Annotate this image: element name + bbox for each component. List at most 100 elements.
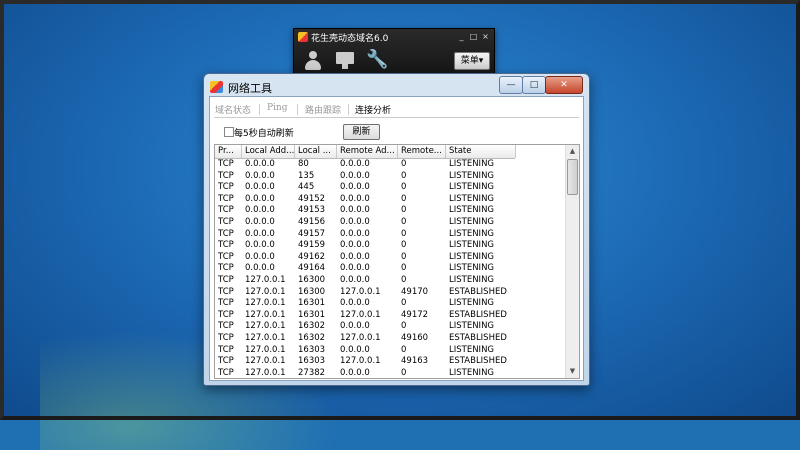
table-row[interactable]: TCP 127.0.0.1 16301 127.0.0.1 49172 ESTABLISH…: [215, 310, 565, 322]
column-header-state[interactable]: State: [446, 145, 516, 158]
peanut-hull-window: 花生壳动态域名6.0 _ □ × 🔧 菜单▾: [293, 28, 495, 78]
cell-state: LISTENING: [449, 193, 495, 204]
close-icon[interactable]: ×: [481, 32, 490, 41]
scroll-thumb[interactable]: [567, 159, 578, 195]
user-icon[interactable]: [302, 49, 324, 71]
close-button[interactable]: ✕: [545, 76, 583, 94]
maximize-icon[interactable]: □: [469, 32, 478, 41]
cell-protocol: TCP: [218, 367, 234, 378]
maximize-button[interactable]: □: [522, 76, 546, 94]
cell-state: ESTABLISHED: [449, 332, 507, 343]
cell-protocol: TCP: [218, 356, 234, 367]
cell-protocol: TCP: [218, 298, 234, 309]
window-controls: — □ ✕: [499, 76, 583, 94]
peanut-hull-titlebar[interactable]: 花生壳动态域名6.0 _ □ ×: [294, 29, 494, 45]
auto-refresh-checkbox[interactable]: [224, 127, 234, 137]
table-row[interactable]: TCP 0.0.0.0 49159 0.0.0.0 0 LISTENING: [215, 240, 565, 252]
tab-route-trace[interactable]: 路由跟踪: [305, 103, 341, 116]
cell-remote-port: 0: [401, 367, 407, 378]
table-row[interactable]: TCP 0.0.0.0 49164 0.0.0.0 0 LISTENING: [215, 263, 565, 275]
cell-remote-port: 49170: [401, 286, 429, 297]
menu-button[interactable]: 菜单▾: [454, 52, 490, 70]
table-row[interactable]: TCP 127.0.0.1 16300 0.0.0.0 0 LISTENING: [215, 275, 565, 287]
cell-local-port: 49152: [298, 193, 326, 204]
wrench-icon[interactable]: 🔧: [366, 49, 388, 71]
cell-local-port: 16300: [298, 286, 326, 297]
cell-local-port: 49156: [298, 216, 326, 227]
scroll-down-arrow-icon[interactable]: ▼: [566, 365, 579, 378]
tab-ping[interactable]: Ping: [267, 103, 288, 113]
table-row[interactable]: TCP 127.0.0.1 16302 127.0.0.1 49160 ESTABLISH…: [215, 333, 565, 345]
table-row[interactable]: TCP 127.0.0.1 16303 0.0.0.0 0 LISTENING: [215, 345, 565, 357]
table-row[interactable]: TCP 0.0.0.0 49157 0.0.0.0 0 LISTENING: [215, 229, 565, 241]
cell-protocol: TCP: [218, 193, 234, 204]
cell-remote-address: 127.0.0.1: [340, 332, 381, 343]
table-row[interactable]: TCP 0.0.0.0 135 0.0.0.0 0 LISTENING: [215, 171, 565, 183]
cell-remote-address: 0.0.0.0: [340, 263, 370, 274]
column-header-local-port[interactable]: Local ...: [295, 145, 337, 158]
cell-remote-address: 0.0.0.0: [340, 216, 370, 227]
cell-state: LISTENING: [449, 159, 495, 169]
minimize-icon[interactable]: _: [457, 32, 466, 41]
tab-connection-analysis[interactable]: 连接分析: [355, 103, 391, 116]
cell-local-address: 127.0.0.1: [245, 309, 286, 320]
table-body: TCP 0.0.0.0 80 0.0.0.0 0 LISTENING TCP 0.0.0.0 1…: [215, 159, 565, 378]
cell-remote-port: 0: [401, 321, 407, 332]
column-header-remote-port[interactable]: Remote...: [398, 145, 446, 158]
table-row[interactable]: TCP 0.0.0.0 80 0.0.0.0 0 LISTENING: [215, 159, 565, 171]
cell-state: LISTENING: [449, 228, 495, 239]
cell-remote-port: 0: [401, 205, 407, 216]
network-tools-window: 网络工具 — □ ✕ 域名状态 Ping 路由跟踪 连接分析 每5秒自动刷新 刷…: [203, 73, 590, 386]
column-header-local-address[interactable]: Local Add...: [242, 145, 295, 158]
table-row[interactable]: TCP 0.0.0.0 49156 0.0.0.0 0 LISTENING: [215, 217, 565, 229]
cell-remote-port: 0: [401, 216, 407, 227]
cell-local-port: 445: [298, 182, 315, 193]
cell-protocol: TCP: [218, 228, 234, 239]
connection-table: Pr... Local Add... Local ... Remote Ad..…: [214, 144, 580, 379]
tab-separator: [259, 104, 260, 115]
cell-remote-address: 0.0.0.0: [340, 240, 370, 251]
table-row[interactable]: TCP 0.0.0.0 49152 0.0.0.0 0 LISTENING: [215, 194, 565, 206]
cell-remote-address: 0.0.0.0: [340, 251, 370, 262]
cell-local-address: 0.0.0.0: [245, 159, 275, 169]
cell-protocol: TCP: [218, 216, 234, 227]
cell-remote-port: 0: [401, 228, 407, 239]
cell-local-address: 127.0.0.1: [245, 356, 286, 367]
cell-state: LISTENING: [449, 216, 495, 227]
refresh-button[interactable]: 刷新: [343, 124, 380, 140]
table-row[interactable]: TCP 0.0.0.0 445 0.0.0.0 0 LISTENING: [215, 182, 565, 194]
vertical-scrollbar[interactable]: ▲ ▼: [565, 145, 579, 378]
cell-remote-address: 0.0.0.0: [340, 274, 370, 285]
table-row[interactable]: TCP 127.0.0.1 16301 0.0.0.0 0 LISTENING: [215, 298, 565, 310]
cell-local-port: 16303: [298, 344, 326, 355]
table-row[interactable]: TCP 127.0.0.1 16303 127.0.0.1 49163 ESTABLISH…: [215, 356, 565, 368]
table-row[interactable]: TCP 127.0.0.1 16302 0.0.0.0 0 LISTENING: [215, 321, 565, 333]
column-header-protocol[interactable]: Pr...: [215, 145, 242, 158]
cell-remote-address: 0.0.0.0: [340, 298, 370, 309]
cell-remote-port: 0: [401, 251, 407, 262]
table-row[interactable]: TCP 0.0.0.0 49162 0.0.0.0 0 LISTENING: [215, 252, 565, 264]
tab-domain-status[interactable]: 域名状态: [215, 103, 251, 116]
cell-protocol: TCP: [218, 286, 234, 297]
table-row[interactable]: TCP 127.0.0.1 16300 127.0.0.1 49170 ESTABLISH…: [215, 287, 565, 299]
table-row[interactable]: TCP 127.0.0.1 27382 0.0.0.0 0 LISTENING: [215, 367, 565, 378]
table-row[interactable]: TCP 0.0.0.0 49153 0.0.0.0 0 LISTENING: [215, 205, 565, 217]
cell-remote-port: 0: [401, 170, 407, 181]
minimize-button[interactable]: —: [499, 76, 523, 94]
auto-refresh-label: 每5秒自动刷新: [234, 129, 294, 139]
tab-divider: [214, 117, 579, 118]
window-body: 域名状态 Ping 路由跟踪 连接分析 每5秒自动刷新 刷新 Pr... Loc…: [209, 96, 584, 381]
cell-state: LISTENING: [449, 367, 495, 378]
cell-local-address: 0.0.0.0: [245, 216, 275, 227]
cell-remote-port: 49163: [401, 356, 429, 367]
monitor-icon[interactable]: [334, 49, 356, 71]
cell-local-address: 127.0.0.1: [245, 321, 286, 332]
cell-remote-port: 0: [401, 240, 407, 251]
cell-state: ESTABLISHED: [449, 309, 507, 320]
column-header-remote-address[interactable]: Remote Ad...: [337, 145, 398, 158]
cell-local-address: 127.0.0.1: [245, 367, 286, 378]
cell-remote-port: 0: [401, 298, 407, 309]
cell-local-port: 16300: [298, 274, 326, 285]
cell-local-port: 16302: [298, 321, 326, 332]
scroll-up-arrow-icon[interactable]: ▲: [566, 145, 579, 158]
